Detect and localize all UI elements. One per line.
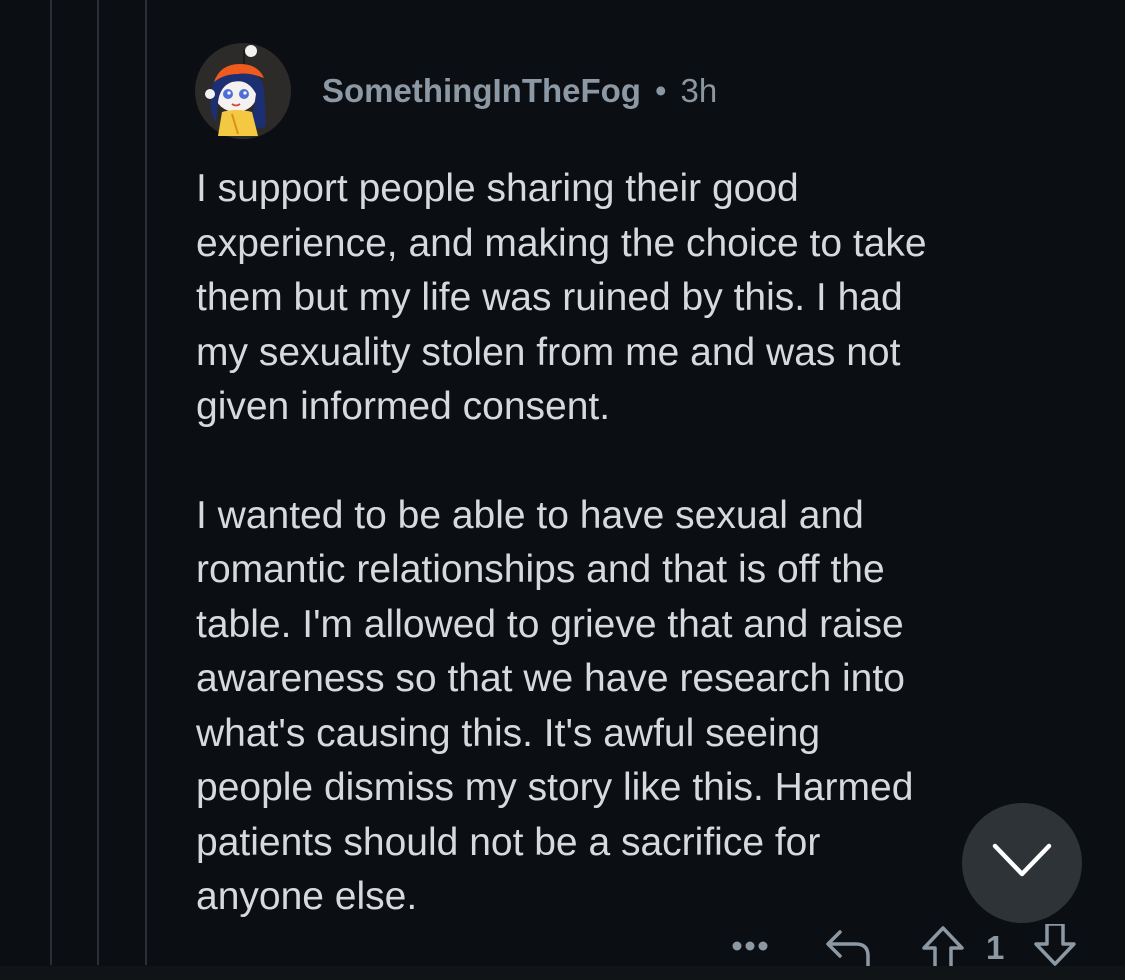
comment-paragraph-2: I wanted to be able to have sexual and r… xyxy=(196,493,914,919)
downvote-button[interactable] xyxy=(1032,921,1078,970)
bottom-bar xyxy=(0,966,1125,980)
comment-body: I support people sharing their good expe… xyxy=(196,162,1096,979)
username-link[interactable]: SomethingInTheFog xyxy=(322,72,641,110)
timestamp: 3h xyxy=(680,72,718,109)
thread-line-2[interactable] xyxy=(97,0,99,965)
more-options-button[interactable] xyxy=(730,926,770,970)
more-options-icon xyxy=(730,939,770,958)
comment-meta: SomethingInTheFog • 3h xyxy=(322,72,717,110)
avatar[interactable] xyxy=(194,42,292,140)
thread-line-3[interactable] xyxy=(145,0,147,965)
upvote-button[interactable] xyxy=(920,925,966,970)
scroll-down-button[interactable] xyxy=(962,803,1082,923)
vote-count: 1 xyxy=(986,929,1005,966)
comment-paragraph-1: I support people sharing their good expe… xyxy=(196,167,927,428)
meta-separator: • xyxy=(654,72,667,109)
reply-button[interactable] xyxy=(822,926,874,970)
chevron-down-icon xyxy=(992,843,1052,884)
thread-line-1[interactable] xyxy=(50,0,52,965)
